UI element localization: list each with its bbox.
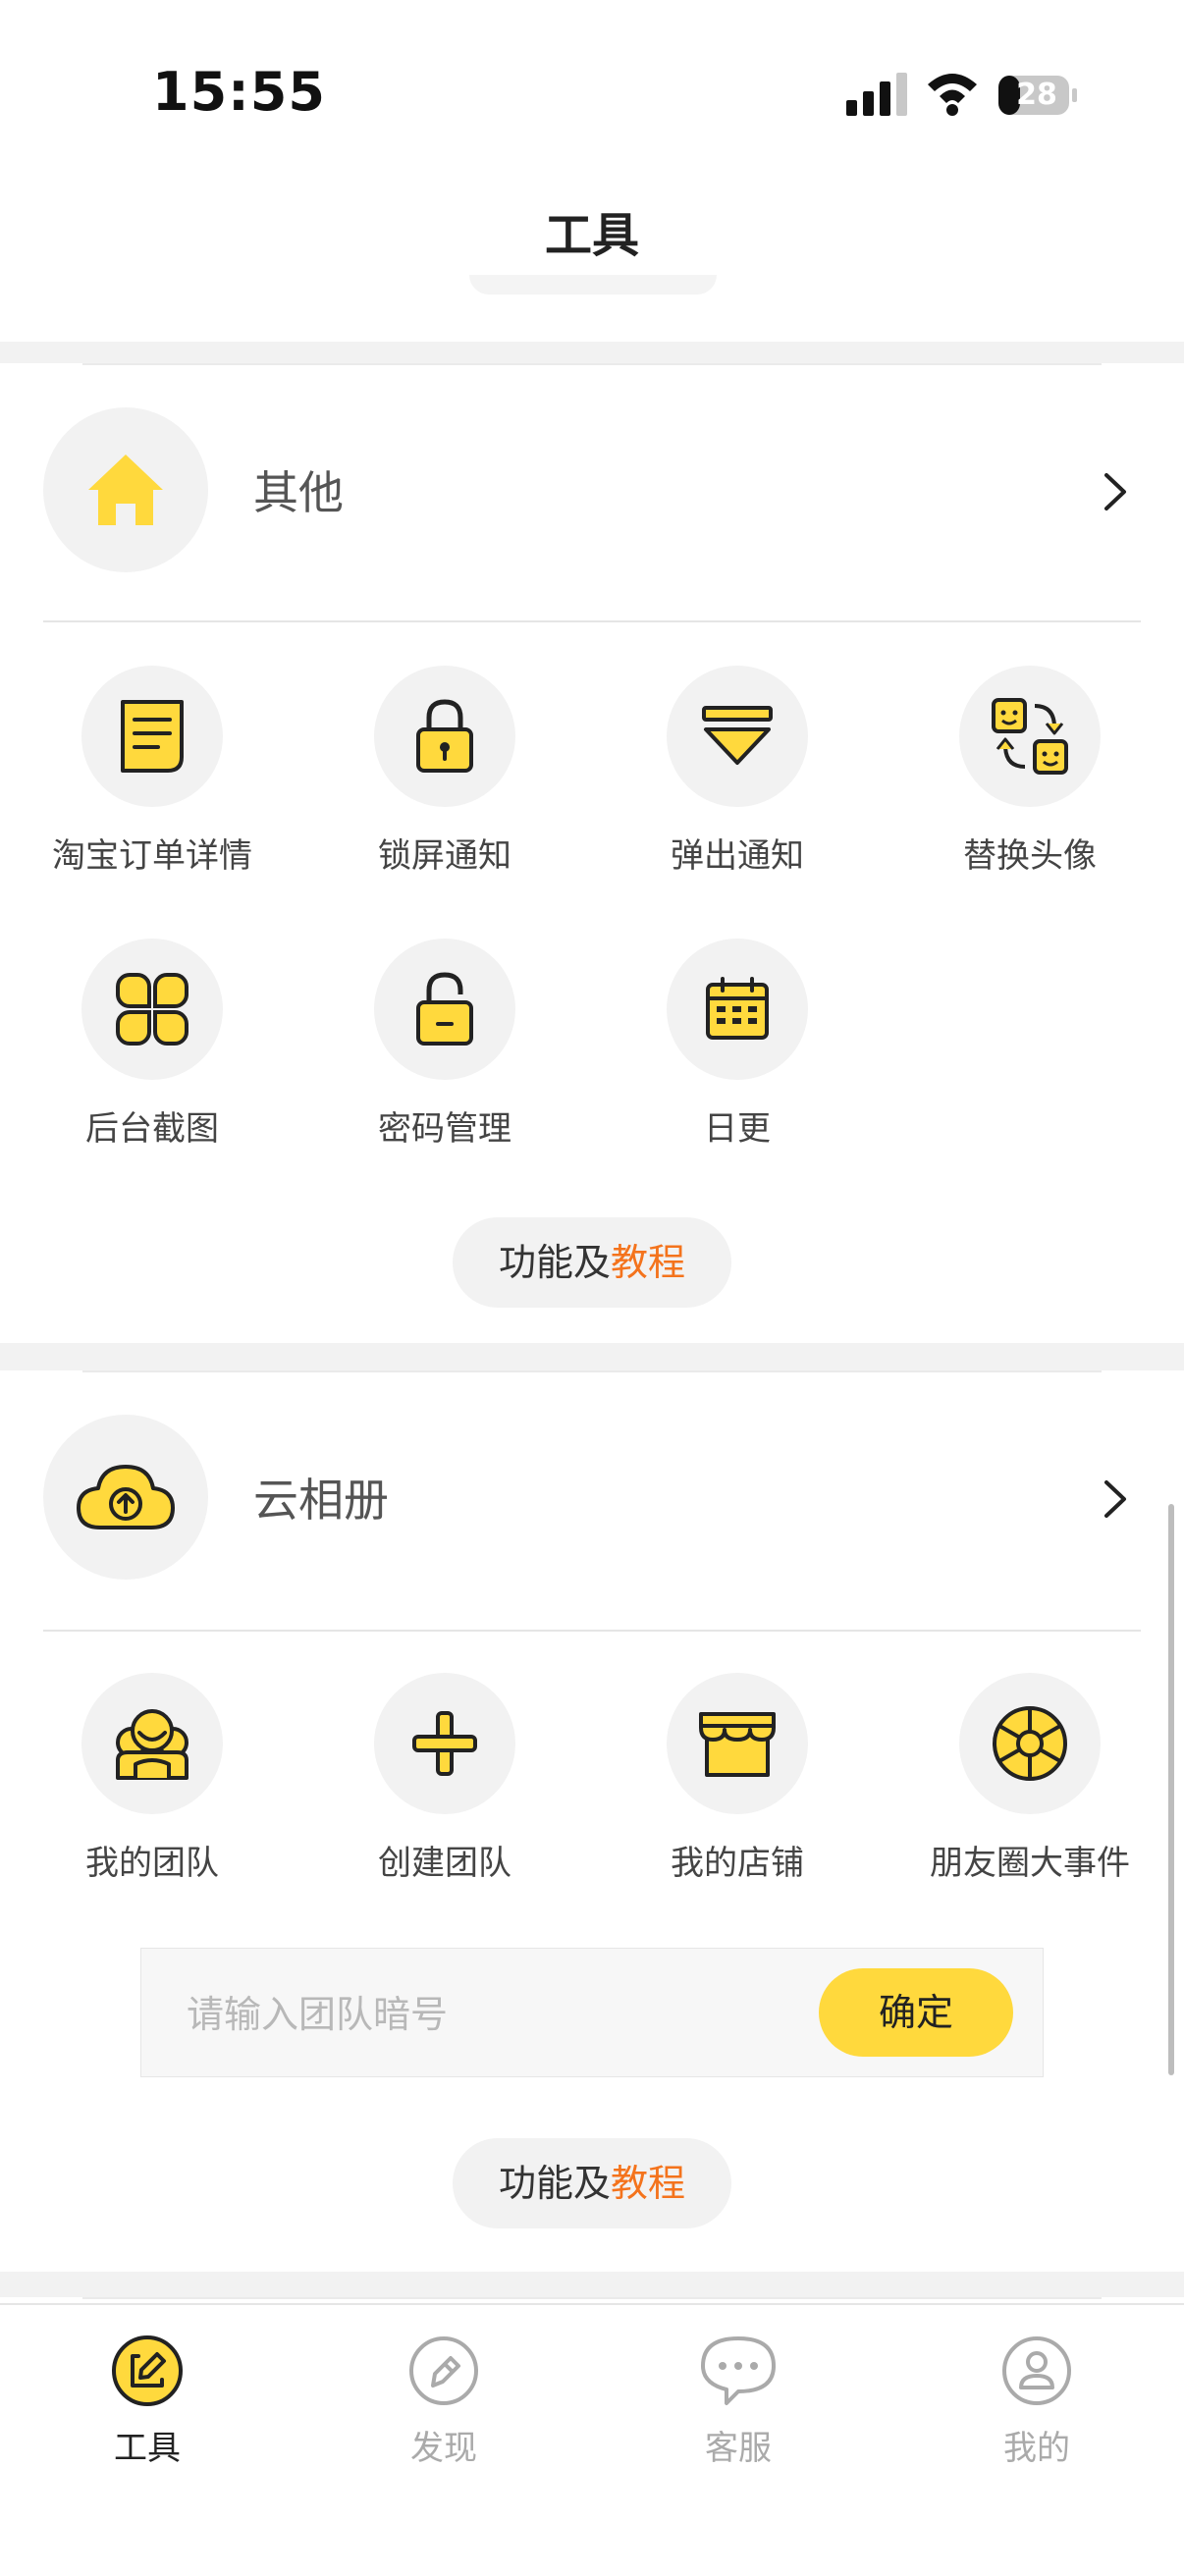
tool-popup-notify[interactable]: 弹出通知 [590, 666, 885, 877]
tab-profile[interactable]: 我的 [939, 2334, 1135, 2469]
tool-lock-notify[interactable]: 锁屏通知 [297, 666, 592, 877]
section-divider [43, 620, 1141, 622]
edit-icon [112, 2335, 183, 2406]
section-other: 其他 淘宝订单详情 锁屏通知 弹出通知 替换头像 后台截图 密码管理 日更 功能… [0, 363, 1184, 1343]
bottom-tab-bar: 工具 发现 客服 我的 [0, 2303, 1184, 2576]
card-top-line [82, 2297, 1102, 2299]
status-bar: 15:55 28 [0, 0, 1184, 167]
tab-tools[interactable]: 工具 [49, 2334, 245, 2469]
swap-avatar-icon [959, 666, 1101, 807]
section-other-title: 其他 [253, 466, 344, 519]
unlock-icon [374, 939, 515, 1080]
tool-label: 创建团队 [378, 1844, 511, 1883]
tool-label: 密码管理 [378, 1109, 511, 1149]
tab-customer-service[interactable]: 客服 [640, 2334, 836, 2469]
profile-icon [1002, 2336, 1071, 2405]
signal-icon [846, 73, 907, 116]
section-cloud-album: 云相册 我的团队 创建团队 我的店铺 朋友圈大事件 请输入团队暗号 确定 功能及… [0, 1370, 1184, 2272]
top-nav: 工具 [0, 167, 1184, 342]
tutorial-button[interactable]: 功能及教程 [453, 2138, 731, 2228]
confirm-button[interactable]: 确定 [819, 1968, 1013, 2057]
tab-label: 我的 [1003, 2429, 1070, 2468]
section-divider [43, 1630, 1141, 1632]
tool-taobao-order[interactable]: 淘宝订单详情 [5, 666, 299, 877]
home-icon [43, 407, 208, 572]
tool-password-manager[interactable]: 密码管理 [297, 939, 592, 1150]
section-cloud-header[interactable]: 云相册 [0, 1370, 1184, 1626]
section-cloud-title: 云相册 [253, 1474, 389, 1527]
tutorial-highlight: 教程 [611, 1241, 686, 1284]
shop-icon [667, 1673, 808, 1814]
chevron-right-icon [1104, 473, 1126, 510]
tool-label: 替换头像 [963, 836, 1097, 876]
wifi-icon [928, 74, 977, 116]
tool-label: 日更 [704, 1109, 771, 1149]
tutorial-highlight: 教程 [611, 2162, 686, 2205]
section-other-header[interactable]: 其他 [0, 363, 1184, 618]
tab-discover[interactable]: 发现 [346, 2334, 542, 2469]
team-code-box: 确定 [140, 1948, 1044, 2077]
tool-label: 我的店铺 [671, 1844, 804, 1883]
tool-label: 朋友圈大事件 [930, 1844, 1130, 1883]
plus-icon [374, 1673, 515, 1814]
tool-label: 弹出通知 [671, 836, 804, 876]
album-my-team[interactable]: 我的团队 [5, 1673, 299, 1884]
tool-bg-screenshot[interactable]: 后台截图 [5, 939, 299, 1150]
page-title: 工具 [544, 208, 639, 263]
tool-daily-update[interactable]: 日更 [590, 939, 885, 1150]
tutorial-prefix: 功能及 [498, 1241, 611, 1284]
album-moments-events[interactable]: 朋友圈大事件 [883, 1673, 1177, 1884]
popup-notification-icon [667, 666, 808, 807]
calendar-icon [667, 939, 808, 1080]
status-time: 15:55 [152, 61, 326, 123]
tool-label: 后台截图 [85, 1109, 219, 1149]
chat-icon [701, 2336, 776, 2405]
tab-label: 工具 [114, 2429, 181, 2468]
tool-swap-avatar[interactable]: 替换头像 [883, 666, 1177, 877]
tool-label: 淘宝订单详情 [52, 836, 252, 876]
aperture-icon [959, 1673, 1101, 1814]
lock-icon [374, 666, 515, 807]
tutorial-prefix: 功能及 [498, 2162, 611, 2205]
album-my-shop[interactable]: 我的店铺 [590, 1673, 885, 1884]
header-handle [469, 275, 717, 295]
tab-label: 客服 [705, 2429, 772, 2468]
cloud-upload-icon [43, 1415, 208, 1580]
discover-icon [409, 2336, 478, 2405]
tutorial-button[interactable]: 功能及教程 [453, 1217, 731, 1308]
album-create-team[interactable]: 创建团队 [297, 1673, 592, 1884]
four-leaf-icon [81, 939, 223, 1080]
tool-label: 我的团队 [85, 1844, 219, 1883]
team-icon [81, 1673, 223, 1814]
battery-level: 28 [1016, 78, 1057, 112]
chevron-right-icon [1104, 1480, 1126, 1518]
tab-label: 发现 [410, 2429, 477, 2468]
scrollbar[interactable] [1168, 1504, 1174, 2075]
team-code-input[interactable] [185, 1982, 778, 2047]
note-icon [81, 666, 223, 807]
tool-label: 锁屏通知 [378, 836, 511, 876]
